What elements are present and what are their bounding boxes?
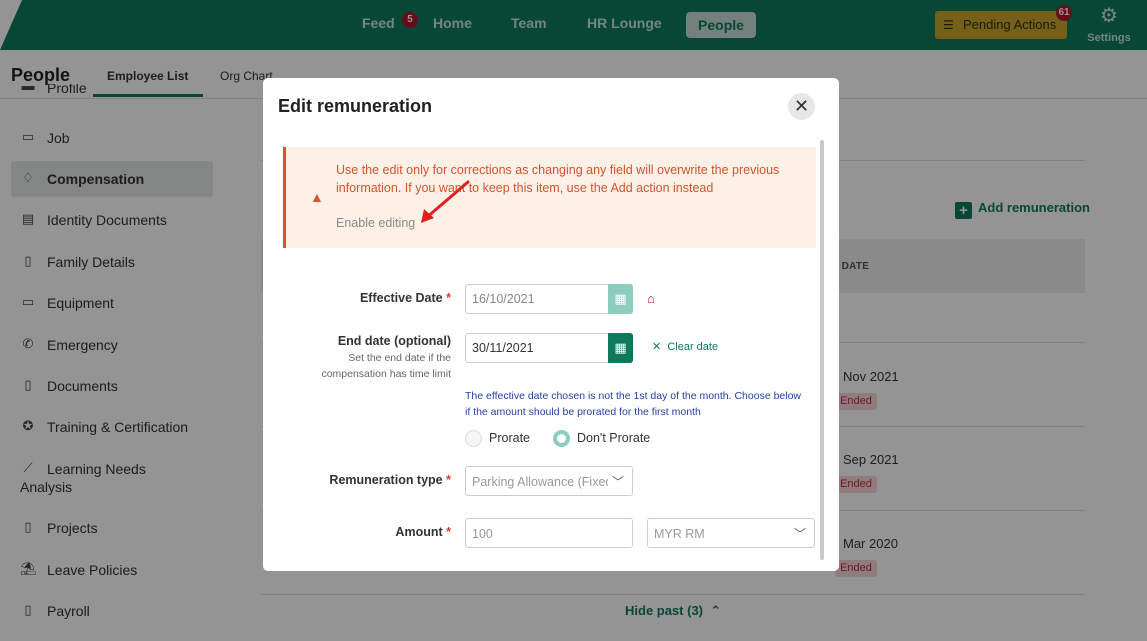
edit-remuneration-dialog: Edit remuneration ✕ ▲ Use the edit only … — [263, 78, 839, 571]
annotation-arrow — [421, 180, 470, 223]
